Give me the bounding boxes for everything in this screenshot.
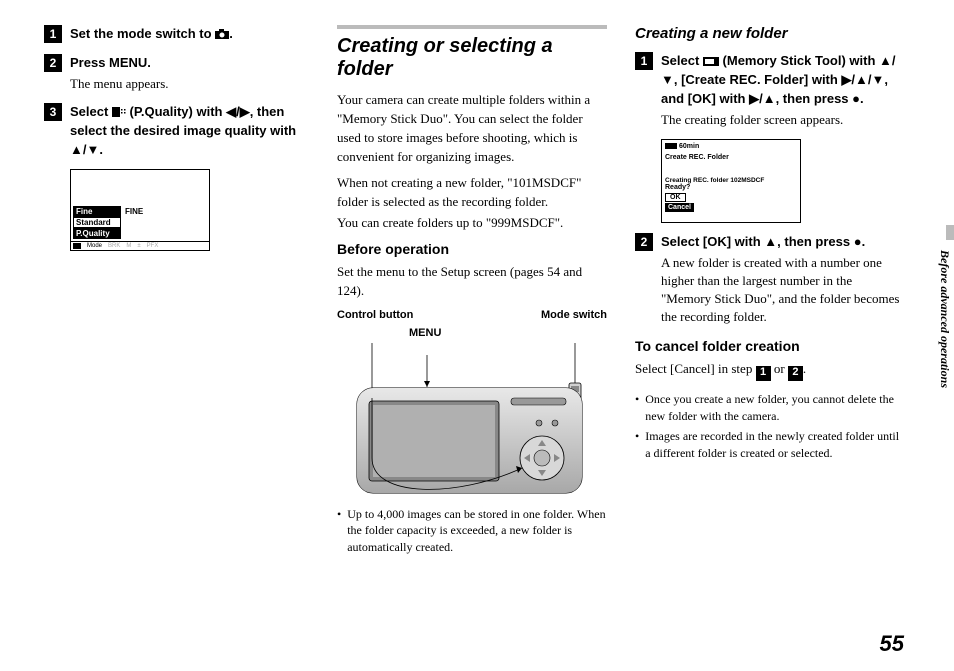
subhead-creating-new: Creating a new folder [635,25,905,42]
lcd-fine-right: FINE [125,207,143,216]
side-tab: Before advanced operations [934,225,954,435]
step-1-title: Set the mode switch to . [70,25,309,44]
lcd-option-standard: Standard [73,217,121,228]
subhead-cancel: To cancel folder creation [635,338,905,354]
battery-icon [665,143,677,149]
note-cannot-delete: Once you create a new folder, you cannot… [635,391,905,425]
subhead-before-op: Before operation [337,241,607,257]
section-title-creating: Creating or selecting a folder [337,35,607,81]
note-images-recorded: Images are recorded in the newly created… [635,428,905,462]
lcd-ready: Ready? [665,184,797,191]
column-1: 1 Set the mode switch to . 2 Press MENU.… [44,25,309,625]
lcd-option-pquality: P.Quality [73,228,121,239]
lcd-option-fine: Fine [73,206,121,217]
col3-step-2: 2 Select [OK] with ▲, then press ●. A ne… [635,233,905,327]
col3-step-1-sub: The creating folder screen appears. [661,111,905,129]
camera-mode-icon [215,29,229,39]
step-2: 2 Press MENU. The menu appears. [44,54,309,93]
page-number: 55 [880,631,904,657]
side-tab-text: Before advanced operations [937,250,952,388]
step-3: 3 Select (P.Quality) with ◀/▶, then sele… [44,103,309,160]
before-op-body: Set the menu to the Setup screen (pages … [337,263,607,301]
label-control-button: Control button [337,309,413,321]
lcd-minutes: 60min [679,143,699,150]
step-2-title: Press MENU. [70,54,309,73]
col3-step-number-1: 1 [635,52,653,70]
step-3-title: Select (P.Quality) with ◀/▶, then select… [70,103,309,160]
col3-step-number-2: 2 [635,233,653,251]
diagram-labels: Control button Mode switch [337,309,607,321]
inline-step-2: 2 [788,366,803,381]
col3-step-1: 1 Select (Memory Stick Tool) with ▲/▼, [… [635,52,905,129]
step-number-2: 2 [44,54,62,72]
label-mode-switch: Mode switch [541,309,607,321]
step-number-1: 1 [44,25,62,43]
lcd-create-title: Create REC. Folder [665,154,797,161]
lcd-bottom-bar: Mode BRK M ± PFX [71,241,209,250]
inline-step-1: 1 [756,366,771,381]
lcd-cancel-button: Cancel [665,203,694,212]
lcd-screen-pquality: Fine FINE Standard P.Quality Mode BRK M … [70,169,210,251]
col3-step-2-title: Select [OK] with ▲, then press ●. [661,233,905,252]
lcd-screen-create-folder: 60min Create REC. Folder Creating REC. f… [661,139,801,223]
column-3: Creating a new folder 1 Select (Memory S… [635,25,905,625]
lcd-ok-button: OK [665,193,686,202]
pquality-icon [112,107,126,117]
section-divider-bar [337,25,607,29]
para-intro-1: Your camera can create multiple folders … [337,91,607,166]
col3-step-2-sub: A new folder is created with a number on… [661,254,905,327]
cancel-body: Select [Cancel] in step 1 or 2. [635,360,905,380]
step-number-3: 3 [44,103,62,121]
step-1: 1 Set the mode switch to . [44,25,309,44]
label-menu: MENU [409,327,607,339]
column-2: Creating or selecting a folder Your came… [337,25,607,625]
step-2-sub: The menu appears. [70,75,309,93]
note-folder-capacity: Up to 4,000 images can be stored in one … [337,506,607,556]
memory-stick-icon [703,57,719,66]
lcd-create-msg: Creating REC. folder 102MSDCF [665,177,797,184]
col3-step-1-title: Select (Memory Stick Tool) with ▲/▼, [Cr… [661,52,905,109]
para-intro-2: When not creating a new folder, "101MSDC… [337,174,607,212]
camera-back-diagram [337,343,607,498]
para-intro-3: You can create folders up to "999MSDCF". [337,214,607,233]
